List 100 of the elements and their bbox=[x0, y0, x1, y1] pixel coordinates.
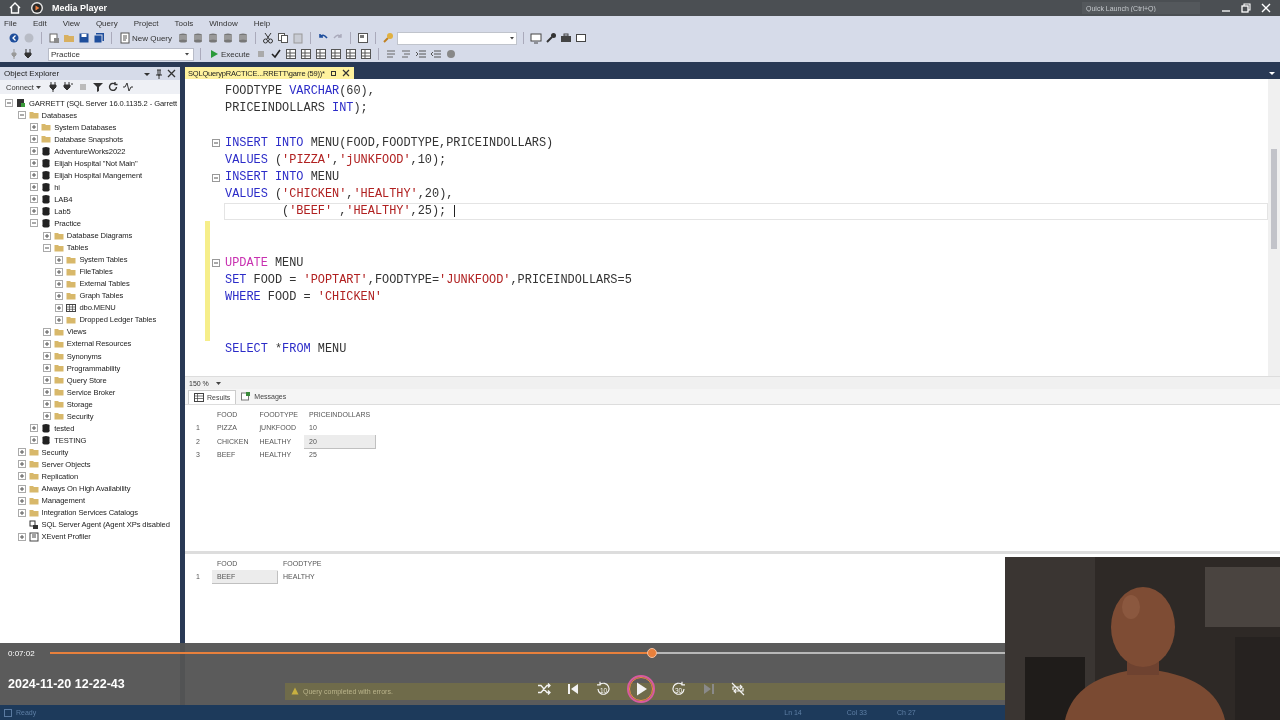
expand-icon[interactable] bbox=[30, 207, 39, 216]
database-query-icon[interactable] bbox=[177, 32, 189, 44]
collapse-icon[interactable] bbox=[17, 111, 26, 120]
scrollbar[interactable] bbox=[1268, 79, 1280, 376]
execute-button[interactable]: Execute bbox=[207, 47, 252, 61]
dropdown-caret-icon[interactable] bbox=[1268, 69, 1276, 77]
close-icon[interactable] bbox=[167, 69, 176, 78]
expand-icon[interactable] bbox=[55, 267, 64, 276]
outdent-icon[interactable] bbox=[429, 48, 442, 60]
dropdown-caret-icon bbox=[34, 83, 42, 91]
collapse-icon[interactable] bbox=[30, 219, 39, 228]
expand-icon[interactable] bbox=[30, 424, 39, 433]
check-icon[interactable] bbox=[269, 48, 282, 60]
expand-icon[interactable] bbox=[55, 279, 64, 288]
expand-icon[interactable] bbox=[42, 388, 51, 397]
copy-icon[interactable] bbox=[277, 32, 289, 44]
disconnect-icon[interactable] bbox=[23, 48, 35, 60]
expand-icon[interactable] bbox=[42, 364, 51, 373]
menu-item[interactable]: Project bbox=[133, 18, 166, 28]
folder-icon bbox=[66, 290, 77, 301]
new-query-button[interactable]: New Query bbox=[118, 31, 174, 45]
expand-icon[interactable] bbox=[17, 508, 26, 517]
collapse-icon[interactable] bbox=[5, 99, 13, 107]
previous-icon[interactable] bbox=[566, 682, 580, 696]
collapse-icon[interactable] bbox=[42, 243, 51, 252]
grid-icon[interactable] bbox=[284, 48, 297, 60]
expand-icon[interactable] bbox=[17, 460, 26, 469]
menu-item[interactable]: Window bbox=[209, 18, 245, 28]
expand-icon[interactable] bbox=[30, 123, 39, 132]
find-icon[interactable] bbox=[382, 32, 394, 44]
window-icon[interactable] bbox=[357, 32, 369, 44]
wrench-icon[interactable] bbox=[545, 32, 557, 44]
pin-icon[interactable] bbox=[155, 68, 163, 79]
disconnect-icon[interactable] bbox=[61, 81, 74, 93]
menu-item[interactable]: File bbox=[4, 18, 24, 28]
database-query-icon[interactable] bbox=[192, 32, 204, 44]
expand-icon[interactable] bbox=[55, 255, 64, 264]
code-line: SELECT *FROM MENU bbox=[224, 340, 348, 358]
close-icon[interactable] bbox=[341, 69, 350, 77]
expand-icon[interactable] bbox=[30, 183, 39, 192]
folder-icon bbox=[28, 507, 39, 518]
expand-icon[interactable] bbox=[30, 171, 39, 180]
expand-icon[interactable] bbox=[30, 159, 39, 168]
save-all-icon[interactable] bbox=[93, 32, 105, 44]
folder-icon bbox=[53, 351, 64, 361]
save-icon[interactable] bbox=[78, 32, 90, 44]
collapse-icon[interactable] bbox=[212, 259, 220, 268]
cut-icon[interactable] bbox=[262, 32, 274, 44]
database-query-icon[interactable] bbox=[207, 32, 219, 44]
menu-item[interactable]: Query bbox=[95, 18, 125, 28]
expand-icon[interactable] bbox=[30, 147, 39, 156]
panel-icon[interactable] bbox=[575, 32, 587, 44]
expand-icon[interactable] bbox=[55, 303, 64, 312]
expand-icon[interactable] bbox=[42, 327, 51, 336]
toolbox-icon[interactable] bbox=[560, 32, 572, 44]
expand-icon[interactable] bbox=[17, 532, 26, 541]
pin-icon[interactable] bbox=[329, 69, 337, 77]
expand-icon[interactable] bbox=[55, 315, 64, 324]
database-dropdown[interactable]: Practice bbox=[48, 47, 194, 61]
refresh-icon[interactable] bbox=[106, 81, 119, 93]
menu-item[interactable]: Tools bbox=[174, 18, 201, 28]
repeat-off-icon[interactable] bbox=[731, 682, 745, 696]
expand-icon[interactable] bbox=[17, 472, 26, 481]
code-line: UPDATE MENU bbox=[224, 254, 305, 272]
expand-icon[interactable] bbox=[17, 448, 26, 457]
folder-icon bbox=[28, 471, 39, 482]
play-icon[interactable] bbox=[626, 674, 656, 704]
expand-icon[interactable] bbox=[30, 195, 39, 204]
seek-thumb[interactable] bbox=[646, 648, 657, 658]
expand-icon[interactable] bbox=[30, 135, 39, 144]
expand-icon[interactable] bbox=[42, 231, 51, 240]
code-line: INSERT INTO MENU(FOOD,FOODTYPE,PRICEINDOLLARS) bbox=[224, 134, 555, 152]
profiler-icon bbox=[28, 531, 39, 542]
expand-icon[interactable] bbox=[42, 376, 51, 385]
indent-icon[interactable] bbox=[414, 48, 427, 60]
database-query-icon[interactable] bbox=[222, 32, 234, 44]
expand-icon[interactable] bbox=[42, 400, 51, 409]
expand-icon[interactable] bbox=[42, 339, 51, 348]
collapse-icon[interactable] bbox=[212, 139, 220, 148]
home-icon[interactable] bbox=[8, 1, 22, 15]
expand-icon[interactable] bbox=[17, 496, 26, 505]
menu-item[interactable]: View bbox=[62, 18, 87, 28]
expand-icon[interactable] bbox=[55, 291, 64, 300]
collapse-icon[interactable] bbox=[212, 173, 220, 182]
expand-icon[interactable] bbox=[30, 436, 39, 445]
expand-icon[interactable] bbox=[17, 484, 26, 493]
scroll-thumb[interactable] bbox=[1271, 149, 1277, 249]
restore-icon[interactable] bbox=[1240, 2, 1252, 14]
new-project-icon[interactable] bbox=[48, 32, 60, 44]
menu-item[interactable]: Help bbox=[253, 18, 278, 28]
expand-icon[interactable] bbox=[42, 352, 51, 360]
menu-item[interactable]: Edit bbox=[32, 18, 54, 28]
table-icon bbox=[66, 302, 77, 313]
shuffle-icon[interactable] bbox=[537, 682, 551, 696]
monitor-icon[interactable] bbox=[530, 32, 542, 44]
expand-icon[interactable] bbox=[42, 412, 51, 421]
plug-icon[interactable] bbox=[46, 81, 59, 93]
database-query-icon[interactable] bbox=[237, 32, 249, 44]
activity-icon[interactable] bbox=[121, 81, 134, 93]
table-icon[interactable] bbox=[299, 48, 312, 60]
